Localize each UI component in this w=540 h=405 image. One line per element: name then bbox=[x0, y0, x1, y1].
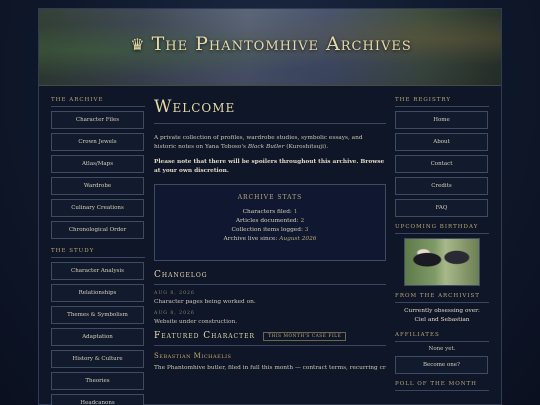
featured-character-name[interactable]: Sebastian Michaelis bbox=[154, 352, 386, 360]
stat-value: 2 bbox=[300, 218, 305, 224]
nav-history-culture[interactable]: History & Culture bbox=[51, 350, 144, 368]
nav-chronological-order[interactable]: Chronological Order bbox=[51, 221, 144, 239]
archivist-line-1: Currently obsessing over: bbox=[404, 308, 480, 314]
intro-work-title: Black Butler bbox=[247, 144, 285, 150]
archive-stats-title: Archive Stats bbox=[237, 194, 303, 201]
nav-about[interactable]: About bbox=[395, 133, 488, 151]
featured-character-text: The Phantomhive butler, filed in full th… bbox=[154, 365, 386, 371]
main-content: Welcome A private collection of profiles… bbox=[154, 97, 386, 371]
archive-stats-box: Archive Stats Characters filed: 1 Articl… bbox=[154, 184, 386, 261]
intro-suffix: (Kuroshitsuji). bbox=[284, 144, 329, 150]
nav-crown-jewels[interactable]: Crown Jewels bbox=[51, 133, 144, 151]
nav-contact[interactable]: Contact bbox=[395, 155, 488, 173]
crown-icon: ♛ bbox=[130, 35, 146, 54]
nav-wardrobe[interactable]: Wardrobe bbox=[51, 177, 144, 195]
study-heading: The Study bbox=[51, 248, 145, 258]
changelog-heading: Changelog bbox=[154, 270, 386, 285]
archive-heading: The Archive bbox=[51, 97, 145, 107]
intro-text: A private collection of profiles, wardro… bbox=[154, 134, 386, 152]
page-title: Welcome bbox=[154, 97, 386, 124]
nav-headcanons[interactable]: Headcanons bbox=[51, 394, 144, 405]
nav-character-analysis[interactable]: Character Analysis bbox=[51, 262, 144, 280]
birthday-character-image bbox=[404, 238, 480, 286]
archivist-heading: From the Archivist bbox=[395, 293, 489, 303]
nav-relationships[interactable]: Relationships bbox=[51, 284, 144, 302]
stat-value: 1 bbox=[293, 209, 298, 215]
become-affiliate-button[interactable]: Become one? bbox=[395, 356, 488, 374]
left-sidebar: The Archive Character Files Crown Jewels… bbox=[51, 97, 145, 405]
nav-credits[interactable]: Credits bbox=[395, 177, 488, 195]
site-title-text: The Phantomhive Archives bbox=[151, 33, 412, 55]
registry-heading: The Registry bbox=[395, 97, 489, 107]
birthday-heading: Upcoming Birthday bbox=[395, 224, 489, 234]
affiliates-heading: Affiliates bbox=[395, 332, 489, 342]
featured-header: Featured Character This month's case fil… bbox=[154, 331, 386, 346]
affiliates-text: None yet. bbox=[428, 346, 456, 352]
stat-live-since: Archive live since: August 2026 bbox=[155, 235, 385, 244]
changelog-entry: Website under construction. bbox=[154, 319, 238, 325]
stat-label: Articles documented: bbox=[235, 218, 301, 224]
changelog-date: Aug 8, 2026 bbox=[154, 291, 195, 296]
changelog-entry: Character pages being worked on. bbox=[154, 299, 256, 305]
header-banner: ♛ The Phantomhive Archives bbox=[39, 9, 501, 86]
stat-label: Archive live since: bbox=[223, 236, 280, 242]
nav-faq[interactable]: FAQ bbox=[395, 199, 488, 217]
nav-atlas-maps[interactable]: Atlas/Maps bbox=[51, 155, 144, 173]
right-sidebar: The Registry Home About Contact Credits … bbox=[395, 97, 489, 395]
stat-characters: Characters filed: 1 bbox=[155, 208, 385, 217]
stat-articles: Articles documented: 2 bbox=[155, 217, 385, 226]
nav-adaptation[interactable]: Adaptation bbox=[51, 328, 144, 346]
stat-label: Collection items logged: bbox=[231, 227, 305, 233]
poll-heading: Poll of the Month bbox=[395, 381, 489, 391]
stat-value: August 2026 bbox=[279, 236, 317, 242]
nav-theories[interactable]: Theories bbox=[51, 372, 144, 390]
nav-character-files[interactable]: Character Files bbox=[51, 111, 144, 129]
stat-collection-items: Collection items logged: 3 bbox=[155, 226, 385, 235]
spoiler-warning: Please note that there will be spoilers … bbox=[154, 159, 385, 174]
archivist-line-2: Ciel and Sebastian bbox=[414, 317, 470, 323]
nav-themes-symbolism[interactable]: Themes & Symbolism bbox=[51, 306, 144, 324]
case-file-tag[interactable]: This month's case file bbox=[263, 331, 347, 341]
site-title[interactable]: ♛ The Phantomhive Archives bbox=[39, 33, 501, 55]
featured-heading: Featured Character bbox=[154, 331, 256, 341]
nav-culinary-creations[interactable]: Culinary Creations bbox=[51, 199, 144, 217]
stat-value: 3 bbox=[304, 227, 309, 233]
nav-home[interactable]: Home bbox=[395, 111, 488, 129]
stat-label: Characters filed: bbox=[242, 209, 294, 215]
changelog-date: Aug 8, 2026 bbox=[154, 311, 195, 316]
